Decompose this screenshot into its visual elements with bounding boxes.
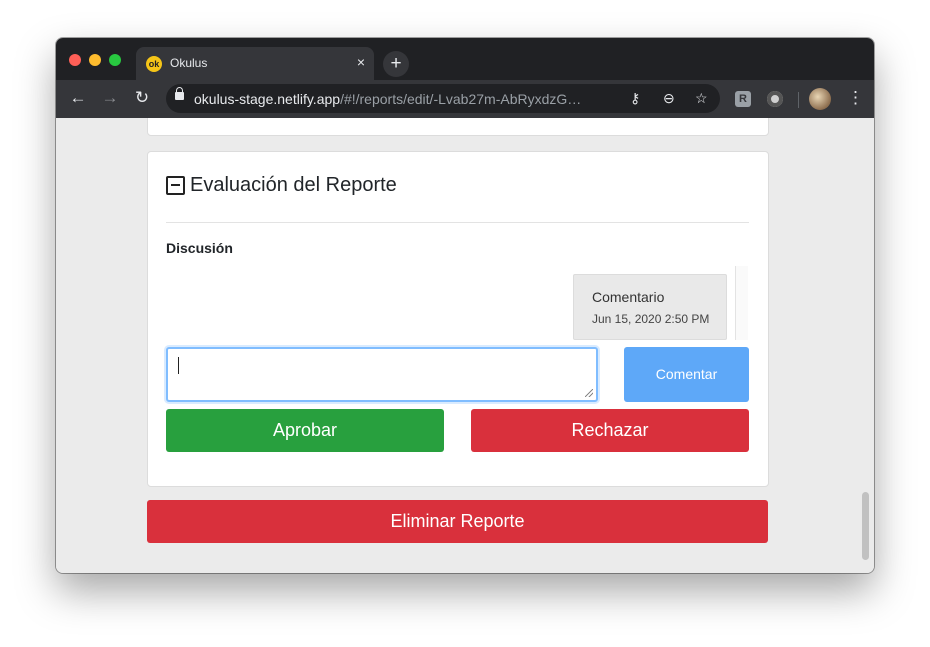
zoom-window-button[interactable] — [109, 54, 121, 66]
extension-circle-icon[interactable] — [767, 91, 783, 107]
comment-button[interactable]: Comentar — [624, 347, 749, 402]
tab-title: Okulus — [170, 56, 208, 70]
card-title: Evaluación del Reporte — [190, 174, 397, 196]
resize-grip-icon[interactable] — [585, 389, 593, 397]
page-viewport: Evaluación del Reporte Discusión Comenta… — [56, 118, 874, 573]
comment-item: Comentario Jun 15, 2020 2:50 PM — [573, 274, 727, 340]
bookmark-star-icon[interactable]: ☆ — [695, 90, 708, 107]
url-text[interactable]: okulus-stage.netlify.app/#!/reports/edit… — [194, 91, 581, 107]
text-caret — [178, 357, 179, 374]
new-tab-button[interactable]: + — [383, 51, 409, 77]
menu-icon[interactable]: ⋮ — [847, 88, 864, 108]
evaluation-card: Evaluación del Reporte Discusión Comenta… — [147, 151, 769, 487]
collapse-minus-icon[interactable] — [166, 176, 185, 195]
minimize-window-button[interactable] — [89, 54, 101, 66]
tab-strip: ok Okulus × + — [56, 38, 874, 80]
close-window-button[interactable] — [69, 54, 81, 66]
discussion-label: Discusión — [166, 240, 233, 256]
browser-window: ok Okulus × + ← → ↻ okulus-stage.netlify… — [56, 38, 874, 573]
zoom-icon[interactable]: ⊖ — [663, 90, 675, 107]
key-icon[interactable]: ⚷ — [630, 90, 640, 107]
comment-timestamp: Jun 15, 2020 2:50 PM — [592, 312, 710, 326]
url-path: /#!/reports/edit/-Lvab27m-AbRyxdzG… — [340, 91, 582, 107]
page-scrollbar[interactable] — [862, 492, 869, 560]
url-host: okulus-stage.netlify.app — [194, 91, 341, 107]
address-bar[interactable]: okulus-stage.netlify.app/#!/reports/edit… — [166, 84, 720, 113]
lock-icon[interactable] — [175, 87, 184, 100]
comment-input[interactable] — [166, 347, 598, 402]
delete-report-button[interactable]: Eliminar Reporte — [147, 500, 768, 543]
back-icon[interactable]: ← — [68, 88, 88, 108]
extension-r-icon[interactable]: R — [735, 91, 751, 107]
previous-card — [147, 118, 769, 136]
approve-button[interactable]: Aprobar — [166, 409, 444, 452]
tab-close-icon[interactable]: × — [357, 54, 365, 70]
reload-icon[interactable]: ↻ — [132, 88, 152, 108]
profile-avatar[interactable] — [809, 88, 831, 110]
toolbar-separator — [798, 92, 799, 108]
okulus-favicon-icon: ok — [146, 56, 162, 72]
comment-text: Comentario — [592, 289, 665, 305]
forward-icon[interactable]: → — [100, 88, 120, 108]
tab-okulus[interactable]: ok Okulus × — [136, 47, 374, 80]
browser-toolbar: ← → ↻ okulus-stage.netlify.app/#!/report… — [56, 80, 874, 118]
discussion-scrollbar[interactable] — [735, 266, 748, 340]
reject-button[interactable]: Rechazar — [471, 409, 749, 452]
divider — [166, 222, 749, 223]
